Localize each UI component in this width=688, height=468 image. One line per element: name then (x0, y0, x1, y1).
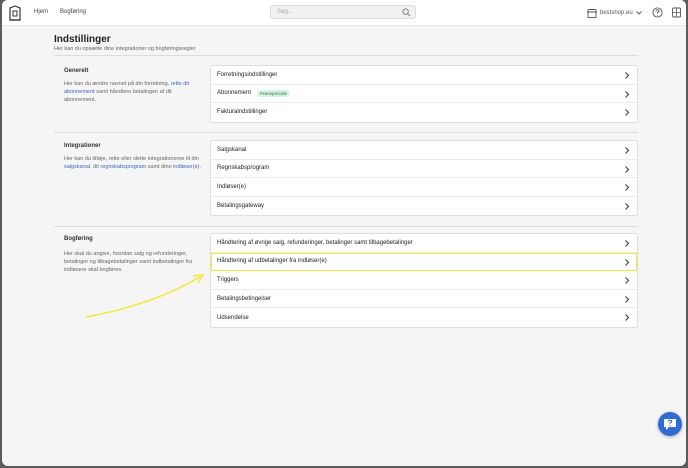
page-subtitle: Her kan du opsætte dine integrationer og… (54, 46, 196, 52)
divider (54, 55, 638, 56)
section-title-bookkeeping: Bogføring (64, 236, 93, 242)
row-label: Triggers (217, 276, 239, 283)
chevron-right-icon (625, 240, 630, 247)
shop-selector[interactable]: bestshop.eu (587, 7, 642, 19)
nav-home-link[interactable]: Hjem (34, 9, 48, 15)
section-desc-bookkeeping: Her skal du angive, hvordan salg og refu… (64, 251, 193, 273)
trial-badge: Prøveperiode (257, 89, 291, 97)
store-icon (587, 8, 597, 18)
row-acquirer-payouts-handling[interactable]: Håndtering af udbetalinger fra indløser(… (211, 252, 637, 272)
row-triggers[interactable]: Triggers (211, 271, 637, 290)
general-settings-card: Forretningsindstillinger Abonnement Prøv… (210, 65, 638, 123)
chevron-down-icon (635, 11, 642, 15)
row-payment-terms[interactable]: Betalingsbetingelser (211, 290, 637, 309)
section-title-integrations: Integrationer (64, 143, 101, 149)
divider (54, 226, 638, 227)
row-label: Håndtering af udbetalinger fra indløser(… (217, 258, 327, 265)
row-label: Udsendelse (217, 314, 249, 321)
row-invoice-settings[interactable]: Fakturaindstillinger (211, 103, 637, 122)
sales-channel-link[interactable]: salgskanal (64, 164, 90, 170)
calculator-icon[interactable] (671, 7, 682, 18)
search-icon[interactable] (402, 8, 411, 17)
top-bar: Hjem Bogføring Søg... bestshop.eu (2, 0, 686, 26)
row-label: Indløser(e) (217, 183, 247, 190)
row-subscription[interactable]: Abonnement Prøveperiode (211, 85, 637, 104)
chevron-right-icon (625, 314, 630, 322)
row-accounting-program[interactable]: Regnskabsprogram (211, 160, 637, 179)
desc-text: Her kan du tilføje, rette eller slette i… (64, 156, 199, 162)
section-title-general: Generelt (64, 68, 89, 74)
chevron-right-icon (625, 109, 630, 117)
row-label: Regnskabsprogram (217, 165, 270, 172)
shop-name: bestshop.eu (600, 10, 633, 16)
desc-text: samt dine (146, 164, 174, 170)
help-chat-button[interactable] (658, 412, 682, 436)
page-title: Indstillinger (54, 34, 111, 45)
desc-text: , dit (90, 164, 101, 170)
chevron-right-icon (625, 90, 630, 98)
chevron-right-icon (625, 165, 630, 173)
integrations-card: Salgskanal Regnskabsprogram Indløser(e) … (210, 140, 638, 217)
chevron-right-icon (625, 202, 630, 210)
app-window: Hjem Bogføring Søg... bestshop.eu Indsti… (2, 0, 686, 466)
row-other-sales-handling[interactable]: Håndtering af øvrige salg, refunderinger… (211, 234, 637, 253)
row-label: Håndtering af øvrige salg, refunderinger… (217, 239, 413, 246)
chevron-right-icon (625, 258, 630, 266)
accounting-program-link[interactable]: regnskabsprogram (100, 164, 146, 170)
row-sales-channel[interactable]: Salgskanal (211, 141, 637, 160)
section-desc-integrations: Her kan du tilføje, rette eller slette i… (64, 155, 202, 171)
acquirer-link[interactable]: indløser(e) (173, 164, 199, 170)
help-circle-icon[interactable] (652, 7, 663, 18)
desc-text: Her kan du ændre navnet på din forretnin… (64, 81, 171, 87)
bookkeeping-card: Håndtering af øvrige salg, refunderinger… (210, 233, 638, 328)
chat-question-icon (664, 419, 676, 430)
row-label: Salgskanal (217, 146, 247, 153)
section-desc-general: Her kan du ændre navnet på din forretnin… (64, 80, 202, 104)
row-label: Forretningsindstillinger (217, 71, 278, 78)
chevron-right-icon (625, 277, 630, 285)
row-label: Betalingsgateway (217, 203, 265, 210)
nav-bookkeeping-link[interactable]: Bogføring (60, 9, 86, 15)
divider (54, 132, 638, 133)
app-logo-icon[interactable] (8, 5, 22, 21)
row-dispatch[interactable]: Udsendelse (211, 308, 637, 327)
row-label: Abonnement (217, 90, 252, 97)
row-business-settings[interactable]: Forretningsindstillinger (211, 66, 637, 85)
desc-text: . (199, 164, 201, 170)
row-acquirers[interactable]: Indløser(e) (211, 178, 637, 197)
chevron-right-icon (625, 184, 630, 192)
chevron-right-icon (625, 72, 630, 79)
search-placeholder: Søg... (277, 9, 294, 15)
chevron-right-icon (625, 147, 630, 154)
row-label: Fakturaindstillinger (217, 109, 268, 116)
search-input[interactable]: Søg... (270, 5, 416, 19)
row-payment-gateway[interactable]: Betalingsgateway (211, 197, 637, 216)
row-label: Betalingsbetingelser (217, 295, 272, 302)
chevron-right-icon (625, 295, 630, 303)
